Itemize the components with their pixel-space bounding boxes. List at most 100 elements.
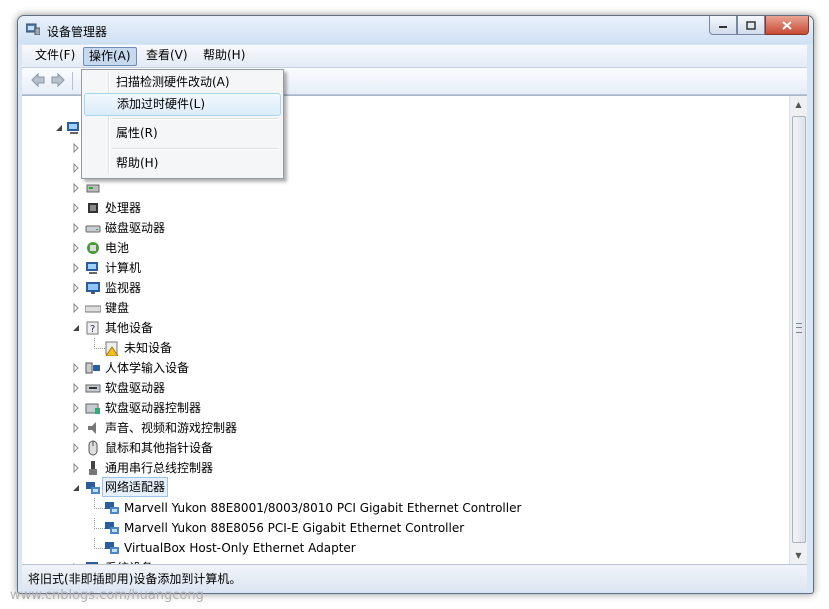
tree-node[interactable]: 监视器 bbox=[22, 278, 782, 298]
tree-node-label: VirtualBox Host-Only Ethernet Adapter bbox=[124, 541, 356, 555]
toolbar-separator bbox=[72, 72, 73, 90]
tree-node-label: 人体学输入设备 bbox=[105, 361, 190, 375]
expand-icon[interactable] bbox=[72, 203, 80, 213]
tree-node[interactable]: 处理器 bbox=[22, 198, 782, 218]
device-manager-icon bbox=[26, 23, 40, 35]
tree-node-label: 声音、视频和游戏控制器 bbox=[105, 421, 238, 435]
tree-node-label: 软盘驱动器控制器 bbox=[105, 401, 202, 415]
scroll-up-arrow[interactable]: ▲ bbox=[790, 96, 807, 113]
tree-node-label: 磁盘驱动器 bbox=[105, 221, 166, 235]
tree-node[interactable]: ? 其他设备 bbox=[22, 318, 782, 338]
cpu-icon bbox=[85, 200, 101, 216]
generic-device-icon bbox=[85, 180, 101, 196]
expand-icon[interactable] bbox=[72, 443, 80, 453]
floppy-icon bbox=[85, 380, 101, 396]
warning-device-icon bbox=[104, 340, 120, 357]
tree-node[interactable]: 鼠标和其他指针设备 bbox=[22, 438, 782, 458]
menu-item-label: 帮助(H) bbox=[116, 156, 159, 170]
tree-node[interactable]: 声音、视频和游戏控制器 bbox=[22, 418, 782, 438]
network-adapter-icon bbox=[104, 520, 120, 536]
tree-node-label: 电池 bbox=[105, 241, 130, 255]
tree-node-label: 其他设备 bbox=[105, 321, 154, 335]
expand-icon[interactable] bbox=[72, 223, 80, 233]
expand-icon[interactable] bbox=[72, 363, 80, 373]
scroll-down-arrow[interactable]: ▼ bbox=[790, 547, 807, 564]
menu-item-scan-hardware[interactable]: 扫描检测硬件改动(A) bbox=[84, 72, 279, 93]
tree-node[interactable]: 人体学输入设备 bbox=[22, 358, 782, 378]
close-button[interactable] bbox=[765, 16, 809, 35]
expand-icon[interactable] bbox=[72, 463, 80, 473]
menu-action[interactable]: 操作(A) bbox=[83, 47, 137, 66]
status-text: 将旧式(非即插即用)设备添加到计算机。 bbox=[28, 572, 242, 586]
scroll-thumb[interactable] bbox=[792, 116, 806, 543]
expand-icon[interactable] bbox=[72, 423, 80, 433]
tree-node-label: 网络适配器 bbox=[102, 477, 169, 497]
computer-icon bbox=[85, 260, 101, 276]
svg-text:?: ? bbox=[90, 324, 95, 335]
mouse-icon bbox=[85, 440, 101, 456]
maximize-icon bbox=[746, 20, 756, 30]
expand-icon[interactable] bbox=[72, 183, 80, 193]
tree-node-label: 软盘驱动器 bbox=[105, 381, 166, 395]
close-icon bbox=[782, 20, 792, 30]
floppy-controller-icon bbox=[85, 400, 101, 416]
expand-collapse-icon[interactable] bbox=[55, 123, 63, 133]
tree-node-label: 计算机 bbox=[105, 261, 142, 275]
tree-node[interactable] bbox=[22, 178, 782, 198]
network-icon bbox=[85, 480, 101, 496]
vertical-scrollbar[interactable]: ▲ ▼ bbox=[789, 96, 807, 564]
expand-icon[interactable] bbox=[72, 383, 80, 393]
expand-icon[interactable] bbox=[72, 263, 80, 273]
scroll-grip bbox=[796, 323, 802, 333]
tree-node[interactable]: Marvell Yukon 88E8001/8003/8010 PCI Giga… bbox=[22, 498, 782, 518]
menu-help[interactable]: 帮助(H) bbox=[198, 47, 250, 64]
tree-node[interactable]: Marvell Yukon 88E8056 PCI-E Gigabit Ethe… bbox=[22, 518, 782, 538]
tree-node[interactable]: VirtualBox Host-Only Ethernet Adapter bbox=[22, 538, 782, 558]
computer-icon bbox=[66, 120, 82, 136]
tree-node[interactable]: 键盘 bbox=[22, 298, 782, 318]
maximize-button[interactable] bbox=[737, 16, 765, 35]
tree-node[interactable]: 网络适配器 bbox=[22, 477, 782, 498]
menu-view[interactable]: 查看(V) bbox=[141, 47, 193, 64]
back-arrow-icon[interactable] bbox=[30, 72, 46, 88]
expand-icon[interactable] bbox=[72, 303, 80, 313]
tree-node[interactable]: 计算机 bbox=[22, 258, 782, 278]
expand-icon[interactable] bbox=[72, 163, 80, 173]
menu-item-add-legacy-hardware[interactable]: 添加过时硬件(L) bbox=[84, 93, 281, 116]
menu-item-properties[interactable]: 属性(R) bbox=[84, 123, 279, 144]
usb-icon bbox=[85, 460, 101, 476]
collapse-icon[interactable] bbox=[72, 323, 80, 333]
disk-icon bbox=[85, 220, 101, 236]
action-dropdown-menu: 扫描检测硬件改动(A) 添加过时硬件(L) 属性(R) 帮助(H) bbox=[81, 69, 284, 179]
tree-node-label: 未知设备 bbox=[124, 341, 173, 355]
menu-item-label: 添加过时硬件(L) bbox=[117, 97, 206, 111]
expand-icon[interactable] bbox=[72, 243, 80, 253]
minimize-icon bbox=[719, 26, 727, 28]
expand-icon[interactable] bbox=[72, 143, 80, 153]
unknown-device-icon: ? bbox=[85, 320, 101, 336]
expand-icon[interactable] bbox=[72, 403, 80, 413]
tree-node-label: Marvell Yukon 88E8056 PCI-E Gigabit Ethe… bbox=[124, 521, 465, 535]
menu-item-help[interactable]: 帮助(H) bbox=[84, 153, 279, 174]
forward-arrow-icon[interactable] bbox=[50, 72, 66, 88]
tree-node-label: Marvell Yukon 88E8001/8003/8010 PCI Giga… bbox=[124, 501, 522, 515]
menu-item-label: 属性(R) bbox=[116, 126, 158, 140]
tree-node-label: 鼠标和其他指针设备 bbox=[105, 441, 214, 455]
tree-node[interactable]: 电池 bbox=[22, 238, 782, 258]
monitor-icon bbox=[85, 280, 101, 296]
tree-node-label: 监视器 bbox=[105, 281, 142, 295]
speaker-icon bbox=[85, 420, 101, 436]
tree-node[interactable]: 通用串行总线控制器 bbox=[22, 458, 782, 478]
collapse-icon[interactable] bbox=[72, 483, 80, 493]
tree-node[interactable]: 磁盘驱动器 bbox=[22, 218, 782, 238]
expand-icon[interactable] bbox=[72, 283, 80, 293]
title-bar[interactable]: 设备管理器 bbox=[18, 16, 813, 44]
minimize-button[interactable] bbox=[709, 16, 737, 35]
tree-node[interactable]: 未知设备 bbox=[22, 338, 782, 358]
tree-node[interactable]: 软盘驱动器控制器 bbox=[22, 398, 782, 418]
battery-icon bbox=[85, 240, 101, 256]
menu-file[interactable]: 文件(F) bbox=[30, 47, 80, 64]
tree-node[interactable]: 软盘驱动器 bbox=[22, 378, 782, 398]
network-adapter-icon bbox=[104, 500, 120, 516]
window-title: 设备管理器 bbox=[47, 25, 108, 39]
